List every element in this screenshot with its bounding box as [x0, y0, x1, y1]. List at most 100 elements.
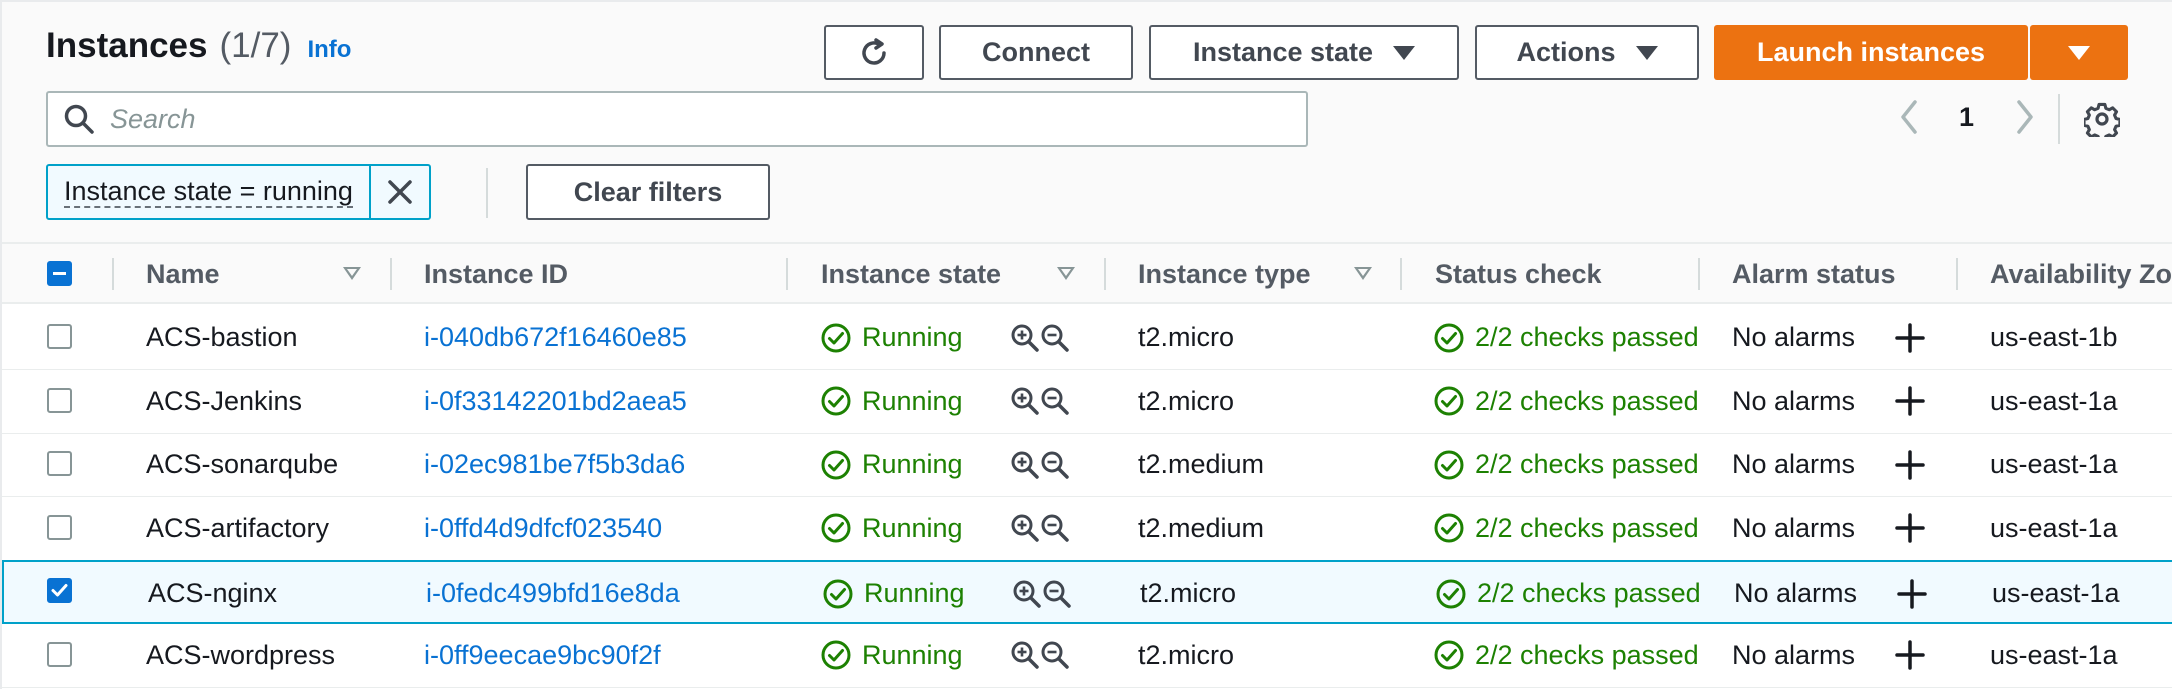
instance-state-label: Instance state	[1192, 37, 1374, 67]
clear-filters-button[interactable]: Clear filters	[526, 164, 770, 220]
zoom-in-icon[interactable]	[1010, 323, 1040, 353]
availability-zone: us-east-1b	[1990, 322, 2118, 352]
check-circle-icon	[1433, 449, 1465, 481]
add-alarm-button[interactable]	[1894, 624, 1926, 687]
alarm-status: No alarms	[1732, 449, 1856, 479]
column-divider	[786, 258, 788, 290]
zoom-in-icon[interactable]	[1010, 513, 1040, 543]
add-alarm-button[interactable]	[1894, 433, 1926, 496]
divider	[486, 168, 488, 218]
column-header-name[interactable]: Name	[146, 244, 220, 304]
zoom-out-icon[interactable]	[1040, 513, 1070, 543]
chevron-left-icon[interactable]	[1897, 98, 1923, 136]
connect-button[interactable]: Connect	[939, 25, 1133, 80]
zoom-out-icon[interactable]	[1040, 386, 1070, 416]
row-checkbox[interactable]	[47, 387, 72, 413]
refresh-button[interactable]	[824, 25, 924, 80]
instance-id-link[interactable]: i-0fedc499bfd16e8da	[426, 562, 680, 625]
table-row[interactable]: ACS-bastion i-040db672f16460e85 Running …	[2, 306, 2172, 370]
column-header-alarm-status[interactable]: Alarm status	[1732, 244, 1896, 304]
check-circle-icon	[1433, 322, 1465, 354]
row-checkbox[interactable]	[47, 324, 72, 349]
sort-icon[interactable]	[343, 267, 361, 280]
check-circle-icon	[820, 639, 852, 671]
column-divider	[1698, 258, 1700, 290]
instance-state-text: Running	[862, 639, 963, 670]
zoom-in-icon[interactable]	[1010, 386, 1040, 416]
zoom-in-icon[interactable]	[1010, 640, 1040, 670]
instance-id-link[interactable]: i-0ff9eecae9bc90f2f	[424, 624, 661, 687]
chevron-right-icon[interactable]	[2011, 98, 2037, 136]
launch-options-dropdown[interactable]	[2030, 25, 2128, 80]
instance-state-text: Running	[864, 578, 965, 608]
add-alarm-button[interactable]	[1894, 306, 1926, 369]
instance-id-link[interactable]: i-040db672f16460e85	[424, 306, 687, 369]
alarm-status: No alarms	[1732, 385, 1856, 416]
divider	[2058, 94, 2060, 144]
status-check: 2/2 checks passed	[1433, 370, 1699, 433]
monitoring-zoom	[1010, 433, 1070, 496]
row-checkbox[interactable]	[47, 578, 72, 603]
search-box	[46, 91, 1308, 147]
sort-icon[interactable]	[1057, 267, 1075, 280]
add-alarm-button[interactable]	[1894, 497, 1926, 560]
column-header-instance-type[interactable]: Instance type	[1138, 244, 1311, 304]
zoom-out-icon[interactable]	[1040, 323, 1070, 353]
info-link[interactable]: Info	[307, 36, 351, 64]
plus-icon	[1895, 513, 1925, 543]
column-header-instance-id[interactable]: Instance ID	[424, 244, 568, 304]
column-header-availability-zone[interactable]: Availability Zo	[1990, 244, 2172, 304]
table-row[interactable]: ACS-Jenkins i-0f33142201bd2aea5 Running …	[2, 370, 2172, 434]
status-check-text: 2/2 checks passed	[1475, 449, 1699, 479]
search-icon	[64, 104, 94, 134]
checkmark-icon	[51, 584, 68, 597]
select-all-checkbox[interactable]	[47, 261, 72, 286]
check-circle-icon	[820, 512, 852, 544]
status-check-text: 2/2 checks passed	[1475, 385, 1699, 416]
instance-id-link[interactable]: i-0ffd4d9dfcf023540	[424, 497, 662, 560]
instance-id-link[interactable]: i-02ec981be7f5b3da6	[424, 433, 685, 496]
column-header-instance-state[interactable]: Instance state	[821, 244, 1001, 304]
actions-dropdown[interactable]: Actions	[1475, 25, 1699, 80]
add-alarm-button[interactable]	[1894, 370, 1926, 433]
zoom-out-icon[interactable]	[1040, 450, 1070, 480]
table-row[interactable]: ACS-nginx i-0fedc499bfd16e8da Running t2…	[2, 560, 2172, 624]
column-header-status-check[interactable]: Status check	[1435, 244, 1602, 304]
zoom-in-icon[interactable]	[1012, 579, 1042, 609]
column-divider	[390, 258, 392, 290]
row-checkbox[interactable]	[47, 641, 72, 667]
page-title: Instances	[46, 26, 208, 65]
instance-state-dropdown[interactable]: Instance state	[1149, 25, 1459, 80]
zoom-out-icon[interactable]	[1040, 640, 1070, 670]
page-number[interactable]: 1	[1959, 102, 1974, 133]
column-divider	[112, 258, 114, 290]
zoom-out-icon[interactable]	[1042, 579, 1072, 609]
sort-icon[interactable]	[1354, 267, 1372, 280]
instance-state: Running	[820, 306, 963, 369]
zoom-in-icon[interactable]	[1010, 450, 1040, 480]
filter-chip-label[interactable]: Instance state = running	[48, 166, 369, 218]
row-checkbox[interactable]	[47, 514, 72, 540]
row-checkbox[interactable]	[47, 451, 72, 476]
status-check-text: 2/2 checks passed	[1477, 578, 1701, 608]
gear-icon[interactable]	[2084, 101, 2120, 137]
column-divider	[1400, 258, 1402, 290]
add-alarm-button[interactable]	[1896, 562, 1928, 625]
filter-chip[interactable]: Instance state = running	[46, 164, 431, 220]
table-row[interactable]: ACS-artifactory i-0ffd4d9dfcf023540 Runn…	[2, 497, 2172, 561]
plus-icon	[1895, 640, 1925, 670]
table-row[interactable]: ACS-sonarqube i-02ec981be7f5b3da6 Runnin…	[2, 433, 2172, 497]
instance-name: ACS-nginx	[148, 578, 278, 608]
launch-instances-button[interactable]: Launch instances	[1714, 25, 2028, 80]
column-divider	[1104, 258, 1106, 290]
check-circle-icon	[820, 449, 852, 481]
remove-filter-button[interactable]	[368, 166, 429, 218]
table-row[interactable]: ACS-wordpress i-0ff9eecae9bc90f2f Runnin…	[2, 624, 2172, 688]
instance-name: ACS-bastion	[146, 322, 298, 352]
availability-zone: us-east-1a	[1990, 385, 2118, 416]
search-input[interactable]	[110, 103, 1210, 135]
status-check-text: 2/2 checks passed	[1475, 322, 1699, 352]
instance-state: Running	[820, 433, 963, 496]
monitoring-zoom	[1010, 497, 1070, 560]
instance-id-link[interactable]: i-0f33142201bd2aea5	[424, 370, 687, 433]
